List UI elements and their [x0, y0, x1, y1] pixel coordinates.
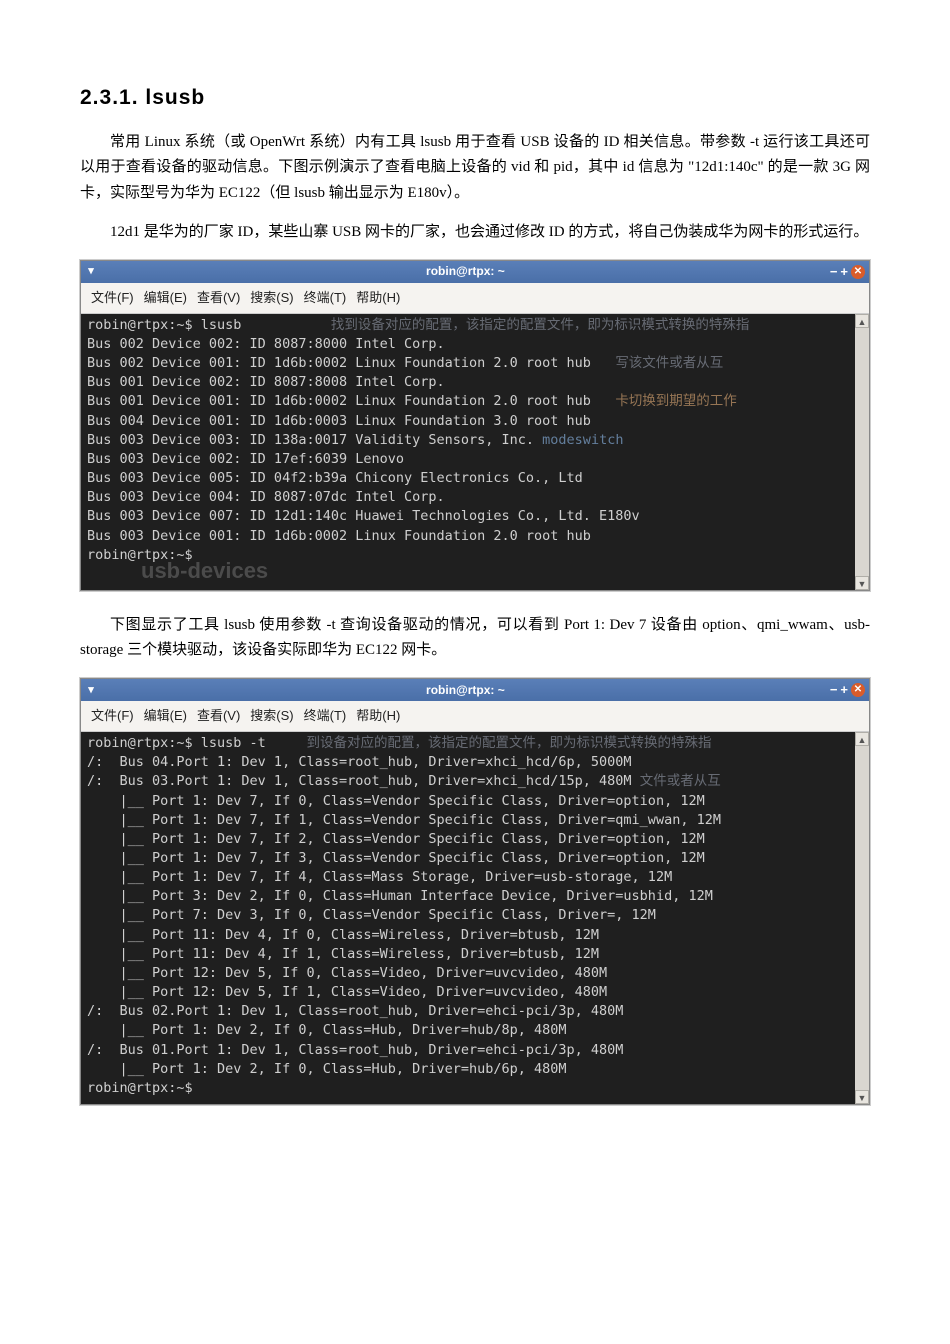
lsusb-t-line: |__ Port 7: Dev 3, If 0, Class=Vendor Sp… [87, 907, 656, 923]
menu-view[interactable]: 查看(V) [197, 705, 240, 727]
menu-terminal[interactable]: 终端(T) [304, 705, 347, 727]
terminal-output-1[interactable]: robin@rtpx:~$ lsusb 找到设备对应的配置，该指定的配置文件，即… [81, 314, 869, 590]
lsusb-line: Bus 002 Device 001: ID 1d6b:0002 Linux F… [87, 355, 591, 371]
terminal-window-2: ▾ robin@rtpx: ~ − + ✕ 文件(F) 编辑(E) 查看(V) … [80, 678, 870, 1105]
lsusb-t-line: |__ Port 1: Dev 2, If 0, Class=Hub, Driv… [87, 1022, 567, 1038]
lsusb-t-line: |__ Port 3: Dev 2, If 0, Class=Human Int… [87, 888, 713, 904]
menu-file[interactable]: 文件(F) [91, 287, 134, 309]
window-controls: − + ✕ [830, 261, 869, 283]
scroll-up-icon[interactable]: ▲ [855, 732, 869, 746]
titlebar[interactable]: ▾ robin@rtpx: ~ − + ✕ [81, 261, 869, 283]
menu-search[interactable]: 搜索(S) [250, 287, 293, 309]
scroll-down-icon[interactable]: ▼ [855, 1090, 869, 1104]
menu-help[interactable]: 帮助(H) [356, 705, 400, 727]
menubar: 文件(F) 编辑(E) 查看(V) 搜索(S) 终端(T) 帮助(H) [81, 701, 869, 732]
scrollbar[interactable]: ▲ ▼ [855, 732, 869, 1104]
maximize-button[interactable]: + [840, 679, 848, 701]
lsusb-line: Bus 003 Device 002: ID 17ef:6039 Lenovo [87, 451, 404, 467]
paragraph-3: 下图显示了工具 lsusb 使用参数 -t 查询设备驱动的情况，可以看到 Por… [80, 613, 870, 664]
paragraph-2: 12d1 是华为的厂家 ID，某些山寨 USB 网卡的厂家，也会通过修改 ID … [80, 220, 870, 246]
lsusb-line: Bus 001 Device 002: ID 8087:8008 Intel C… [87, 374, 445, 390]
maximize-button[interactable]: + [840, 261, 848, 283]
ghost-text: 到设备对应的配置，该指定的配置文件，即为标识模式转换的特殊指 [306, 735, 711, 751]
lsusb-line: Bus 002 Device 002: ID 8087:8000 Intel C… [87, 336, 445, 352]
ghost-text: 卡切换到期望的工作 [615, 393, 737, 409]
lsusb-t-line: /: Bus 03.Port 1: Dev 1, Class=root_hub,… [87, 773, 632, 789]
minimize-button[interactable]: − [830, 679, 838, 701]
menu-help[interactable]: 帮助(H) [356, 287, 400, 309]
section-heading: 2.3.1. lsusb [80, 80, 870, 116]
close-button[interactable]: ✕ [851, 683, 865, 697]
lsusb-t-line: |__ Port 11: Dev 4, If 1, Class=Wireless… [87, 946, 599, 962]
lsusb-line: Bus 001 Device 001: ID 1d6b:0002 Linux F… [87, 393, 591, 409]
lsusb-t-line: /: Bus 04.Port 1: Dev 1, Class=root_hub,… [87, 754, 632, 770]
menu-file[interactable]: 文件(F) [91, 705, 134, 727]
lsusb-line: Bus 003 Device 005: ID 04f2:b39a Chicony… [87, 470, 583, 486]
lsusb-t-line: |__ Port 1: Dev 2, If 0, Class=Hub, Driv… [87, 1061, 567, 1077]
ghost-text: 找到设备对应的配置，该指定的配置文件，即为标识模式转换的特殊指 [331, 317, 750, 333]
menu-search[interactable]: 搜索(S) [250, 705, 293, 727]
window-title: robin@rtpx: ~ [101, 261, 830, 281]
prompt: robin@rtpx:~$ [87, 547, 193, 563]
ghost-text: modeswitch [542, 432, 623, 448]
lsusb-t-line: /: Bus 02.Port 1: Dev 1, Class=root_hub,… [87, 1003, 623, 1019]
prompt: robin@rtpx:~$ [87, 1080, 193, 1096]
lsusb-t-line: /: Bus 01.Port 1: Dev 1, Class=root_hub,… [87, 1042, 623, 1058]
menu-edit[interactable]: 编辑(E) [144, 705, 187, 727]
app-menu-icon[interactable]: ▾ [81, 681, 101, 700]
scroll-up-icon[interactable]: ▲ [855, 314, 869, 328]
menubar: 文件(F) 编辑(E) 查看(V) 搜索(S) 终端(T) 帮助(H) [81, 283, 869, 314]
paragraph-1: 常用 Linux 系统（或 OpenWrt 系统）内有工具 lsusb 用于查看… [80, 130, 870, 207]
lsusb-line: Bus 003 Device 007: ID 12d1:140c Huawei … [87, 508, 640, 524]
ghost-text: 文件或者从互 [640, 773, 721, 789]
titlebar[interactable]: ▾ robin@rtpx: ~ − + ✕ [81, 679, 869, 701]
lsusb-line: Bus 003 Device 004: ID 8087:07dc Intel C… [87, 489, 445, 505]
terminal-window-1: ▾ robin@rtpx: ~ − + ✕ 文件(F) 编辑(E) 查看(V) … [80, 260, 870, 591]
lsusb-t-line: |__ Port 1: Dev 7, If 3, Class=Vendor Sp… [87, 850, 705, 866]
lsusb-t-line: |__ Port 1: Dev 7, If 2, Class=Vendor Sp… [87, 831, 705, 847]
lsusb-t-line: |__ Port 12: Dev 5, If 0, Class=Video, D… [87, 965, 607, 981]
app-menu-icon[interactable]: ▾ [81, 262, 101, 281]
scrollbar[interactable]: ▲ ▼ [855, 314, 869, 590]
lsusb-t-line: |__ Port 1: Dev 7, If 0, Class=Vendor Sp… [87, 793, 705, 809]
ghost-text: 写该文件或者从互 [615, 355, 723, 371]
menu-terminal[interactable]: 终端(T) [304, 287, 347, 309]
lsusb-line: Bus 003 Device 001: ID 1d6b:0002 Linux F… [87, 528, 591, 544]
lsusb-t-line: |__ Port 12: Dev 5, If 1, Class=Video, D… [87, 984, 607, 1000]
menu-edit[interactable]: 编辑(E) [144, 287, 187, 309]
close-button[interactable]: ✕ [851, 265, 865, 279]
menu-view[interactable]: 查看(V) [197, 287, 240, 309]
lsusb-t-line: |__ Port 1: Dev 7, If 4, Class=Mass Stor… [87, 869, 672, 885]
prompt: robin@rtpx:~$ lsusb [87, 317, 241, 333]
window-controls: − + ✕ [830, 679, 869, 701]
lsusb-t-line: |__ Port 11: Dev 4, If 0, Class=Wireless… [87, 927, 599, 943]
lsusb-t-line: |__ Port 1: Dev 7, If 1, Class=Vendor Sp… [87, 812, 721, 828]
lsusb-line: Bus 004 Device 001: ID 1d6b:0003 Linux F… [87, 413, 591, 429]
scroll-down-icon[interactable]: ▼ [855, 576, 869, 590]
terminal-output-2[interactable]: robin@rtpx:~$ lsusb -t 到设备对应的配置，该指定的配置文件… [81, 732, 869, 1104]
lsusb-line: Bus 003 Device 003: ID 138a:0017 Validit… [87, 432, 534, 448]
window-title: robin@rtpx: ~ [101, 680, 830, 700]
prompt: robin@rtpx:~$ lsusb -t [87, 735, 266, 751]
minimize-button[interactable]: − [830, 261, 838, 283]
